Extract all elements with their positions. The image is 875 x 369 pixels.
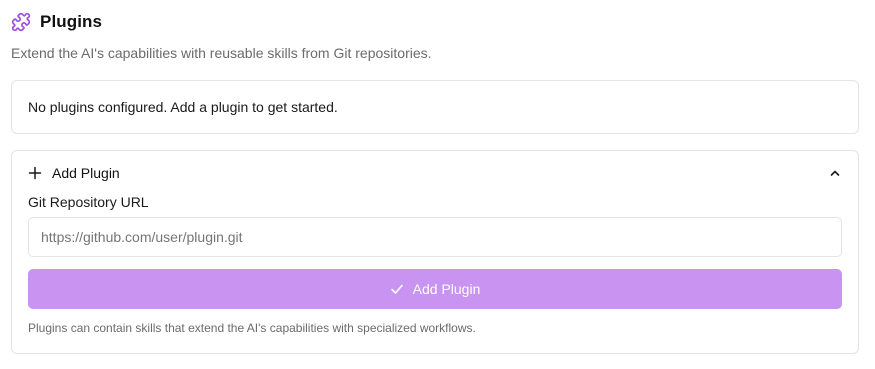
- add-plugin-toggle-label: Add Plugin: [52, 165, 120, 181]
- page-title: Plugins: [40, 12, 103, 31]
- empty-state-message: No plugins configured. Add a plugin to g…: [28, 99, 338, 115]
- chevron-up-icon[interactable]: [828, 166, 842, 180]
- help-text: Plugins can contain skills that extend t…: [28, 321, 476, 335]
- check-icon: [390, 282, 404, 296]
- add-plugin-card: Add Plugin Git Repository URL Add Plugin…: [11, 150, 859, 354]
- plugins-header: Plugins: [11, 10, 102, 34]
- add-plugin-button-label: Add Plugin: [412, 281, 481, 297]
- add-plugin-toggle[interactable]: Add Plugin: [28, 162, 842, 184]
- plugins-panel: Plugins Extend the AI's capabilities wit…: [0, 0, 875, 369]
- puzzle-icon: [11, 12, 31, 32]
- plus-icon: [28, 166, 42, 180]
- git-url-input[interactable]: [28, 217, 842, 257]
- empty-state-card: No plugins configured. Add a plugin to g…: [11, 80, 859, 134]
- git-url-label: Git Repository URL: [28, 194, 149, 210]
- add-plugin-button[interactable]: Add Plugin: [28, 269, 842, 309]
- page-subtitle: Extend the AI's capabilities with reusab…: [11, 45, 432, 61]
